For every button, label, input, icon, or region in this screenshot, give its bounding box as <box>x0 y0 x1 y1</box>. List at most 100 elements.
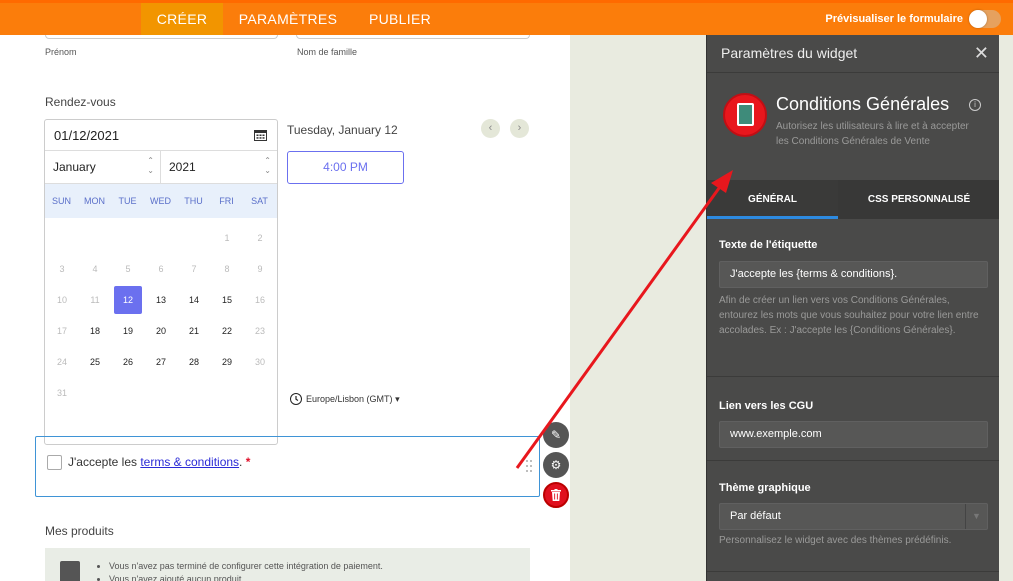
calendar-day[interactable]: 21 <box>180 317 208 345</box>
drag-handle-icon[interactable] <box>525 459 533 473</box>
wand-button[interactable]: ✎ <box>543 422 569 448</box>
calendar-day[interactable]: 31 <box>48 379 76 407</box>
scrollbar-track <box>999 35 1013 581</box>
calendar-day[interactable]: 24 <box>48 348 76 376</box>
last-name-input[interactable] <box>296 35 530 39</box>
document-icon <box>737 103 754 126</box>
products-label: Mes produits <box>45 524 114 538</box>
weekday-label: SAT <box>251 196 268 206</box>
calendar-day[interactable]: 7 <box>180 255 208 283</box>
required-mark: * <box>245 455 251 469</box>
wand-icon: ✎ <box>550 428 562 442</box>
calendar-day[interactable]: 23 <box>246 317 274 345</box>
widget-name: Conditions Générales <box>776 94 950 114</box>
weekday-label: FRI <box>219 196 234 206</box>
divider <box>707 376 1000 377</box>
year-select[interactable]: 2021 ⌃ ⌄ <box>161 151 277 183</box>
prev-day-button[interactable]: ‹ <box>481 119 500 138</box>
label-text-hint: Afin de créer un lien vers vos Condition… <box>719 295 979 336</box>
calendar-day[interactable]: 22 <box>213 317 241 345</box>
terms-link-input[interactable]: www.exemple.com <box>719 421 988 448</box>
calendar-day[interactable]: 8 <box>213 255 241 283</box>
terms-suffix: . <box>239 455 243 469</box>
caret-down-icon[interactable]: ▼ <box>965 504 987 529</box>
calendar-day[interactable]: 27 <box>147 348 175 376</box>
panel-title: Paramètres du widget <box>721 45 858 61</box>
calendar-day[interactable]: 28 <box>180 348 208 376</box>
calendar-day[interactable]: 29 <box>213 348 241 376</box>
calendar-day[interactable]: 20 <box>147 317 175 345</box>
calendar-day[interactable]: 1 <box>213 224 241 252</box>
weekday-header: SUN MON TUE WED THU FRI SAT <box>45 184 277 218</box>
calendar-day[interactable]: 25 <box>81 348 109 376</box>
calendar-day[interactable]: 3 <box>48 255 76 283</box>
theme-title: Thème graphique <box>719 482 811 494</box>
weekday-label: THU <box>184 196 203 206</box>
calendar-day[interactable]: 12 <box>114 286 142 314</box>
time-slot-button[interactable]: 4:00 PM <box>287 151 404 184</box>
calendar-day[interactable]: 18 <box>81 317 109 345</box>
close-icon[interactable]: ✕ <box>974 43 989 64</box>
theme-select[interactable]: Par défaut ▼ <box>719 503 988 530</box>
calendar-day[interactable]: 14 <box>180 286 208 314</box>
divider <box>707 571 1000 572</box>
preview-toggle[interactable] <box>969 10 1001 28</box>
first-name-sublabel: Prénom <box>45 47 77 57</box>
terms-label: J'accepte les terms & conditions. * <box>68 455 250 469</box>
products-note: Vous n'avez ajouté aucun produit. <box>109 573 383 581</box>
month-select[interactable]: January ⌃ ⌄ <box>45 151 161 183</box>
calendar-icon[interactable] <box>254 129 267 141</box>
delete-button[interactable] <box>543 482 569 508</box>
timezone-select[interactable]: Europe/Lisbon (GMT) ▾ <box>290 393 400 405</box>
chevron-right-icon: › <box>517 122 522 134</box>
gear-icon: ⚙ <box>550 458 562 472</box>
divider <box>707 460 1000 461</box>
month-year-row: January ⌃ ⌄ 2021 ⌃ ⌄ <box>45 151 277 184</box>
calendar-day[interactable]: 19 <box>114 317 142 345</box>
year-stepper-icon[interactable]: ⌃ ⌄ <box>264 156 271 176</box>
calendar-day[interactable]: 16 <box>246 286 274 314</box>
terms-field[interactable]: J'accepte les terms & conditions. * <box>35 436 540 497</box>
calendar-day[interactable]: 17 <box>48 317 76 345</box>
date-input[interactable]: 01/12/2021 <box>45 120 277 151</box>
tab-publier[interactable]: PUBLIER <box>358 3 442 35</box>
chevron-left-icon: ‹ <box>488 122 493 134</box>
calendar-day[interactable]: 6 <box>147 255 175 283</box>
divider <box>707 72 1000 73</box>
weekday-label: MON <box>84 196 105 206</box>
tab-general[interactable]: GÉNÉRAL <box>707 180 838 219</box>
calendar-day[interactable]: 5 <box>114 255 142 283</box>
calendar-day[interactable]: 13 <box>147 286 175 314</box>
info-icon[interactable]: i <box>969 99 981 111</box>
terms-checkbox[interactable] <box>47 455 62 470</box>
first-name-input[interactable] <box>45 35 278 39</box>
toggle-knob <box>969 10 987 28</box>
calendar-day[interactable]: 4 <box>81 255 109 283</box>
calendar-day[interactable]: 15 <box>213 286 241 314</box>
widget-settings-panel: Paramètres du widget ✕ Conditions Généra… <box>706 35 1000 581</box>
month-value: January <box>53 160 96 174</box>
weekday-label: TUE <box>118 196 137 206</box>
calendar-day[interactable]: 2 <box>246 224 274 252</box>
calendar-day[interactable]: 10 <box>48 286 76 314</box>
next-day-button[interactable]: › <box>510 119 529 138</box>
products-note: Vous n'avez pas terminé de configurer ce… <box>109 560 383 573</box>
tab-creer[interactable]: CRÉER <box>141 3 223 35</box>
tab-parametres[interactable]: PARAMÈTRES <box>231 3 345 35</box>
month-stepper-icon[interactable]: ⌃ ⌄ <box>147 156 154 176</box>
weekday-label: SUN <box>51 196 71 206</box>
calendar-day[interactable]: 26 <box>114 348 142 376</box>
label-text-input[interactable]: J'accepte les {terms & conditions}. <box>719 261 988 288</box>
clock-icon <box>290 393 302 405</box>
calendar-day[interactable]: 9 <box>246 255 274 283</box>
theme-value: Par défaut <box>730 510 781 522</box>
terms-link[interactable]: terms & conditions <box>140 455 239 469</box>
tab-custom-css[interactable]: CSS PERSONNALISÉ <box>838 180 1000 219</box>
terms-link-title: Lien vers les CGU <box>719 400 814 412</box>
list-icon <box>60 561 80 581</box>
settings-button[interactable]: ⚙ <box>543 452 569 478</box>
terms-widget-icon <box>723 93 767 137</box>
calendar-day[interactable]: 30 <box>246 348 274 376</box>
products-box: Vous n'avez pas terminé de configurer ce… <box>45 548 530 581</box>
calendar-day[interactable]: 11 <box>81 286 109 314</box>
